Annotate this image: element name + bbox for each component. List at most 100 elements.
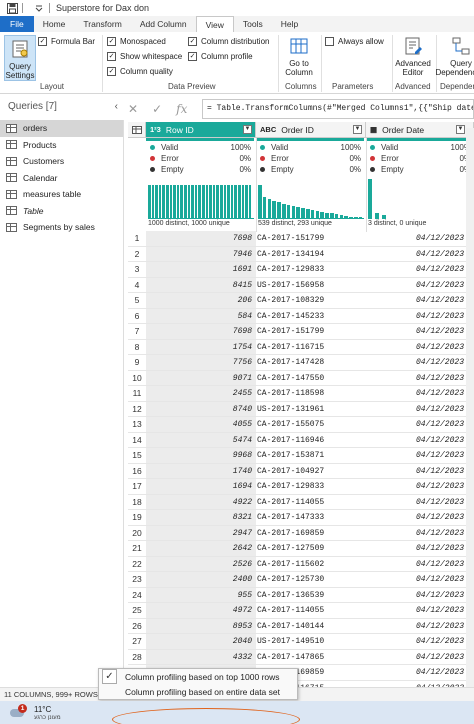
row-id-cell[interactable]: 2040 — [146, 634, 256, 649]
customize-quick-access-icon[interactable] — [33, 2, 45, 14]
order-id-cell[interactable]: CA-2017-136539 — [256, 588, 366, 603]
order-date-cell[interactable]: 04/12/2023 — [366, 402, 468, 417]
formula-input[interactable]: = Table.TransformColumns(#"Merged Column… — [202, 99, 474, 119]
row-id-cell[interactable]: 206 — [146, 293, 256, 308]
order-id-cell[interactable]: CA-2017-129833 — [256, 262, 366, 277]
table-row[interactable]: 17 1694 CA-2017-129833 04/12/2023 — [128, 479, 474, 495]
table-row[interactable]: 5 206 CA-2017-108329 04/12/2023 — [128, 293, 474, 309]
row-id-cell[interactable]: 8321 — [146, 510, 256, 525]
order-id-cell[interactable]: CA-2017-116715 — [256, 340, 366, 355]
row-id-cell[interactable]: 1754 — [146, 339, 256, 354]
column-quality-checkbox[interactable]: ✓ Column quality — [107, 67, 173, 76]
row-id-cell[interactable]: 584 — [146, 308, 256, 323]
table-row[interactable]: 11 2455 CA-2017-118598 04/12/2023 — [128, 386, 474, 402]
table-row[interactable]: 25 4972 CA-2017-114055 04/12/2023 — [128, 603, 474, 619]
order-id-cell[interactable]: CA-2017-114055 — [256, 495, 366, 510]
table-row[interactable]: 10 9071 CA-2017-147550 04/12/2023 — [128, 370, 474, 386]
order-date-cell[interactable]: 04/12/2023 — [366, 262, 468, 277]
distribution-chart-order-id[interactable] — [258, 179, 364, 219]
table-row[interactable]: 22 2526 CA-2017-115602 04/12/2023 — [128, 556, 474, 572]
order-id-cell[interactable]: CA-2017-147333 — [256, 510, 366, 525]
order-date-cell[interactable]: 04/12/2023 — [366, 464, 468, 479]
menu-item-profile-entire-dataset[interactable]: Column profiling based on entire data se… — [99, 684, 297, 699]
query-item-measures-table[interactable]: measures table — [0, 186, 123, 203]
table-row[interactable]: 24 955 CA-2017-136539 04/12/2023 — [128, 587, 474, 603]
order-id-cell[interactable]: CA-2017-151799 — [256, 324, 366, 339]
table-row[interactable]: 7 7698 CA-2017-151799 04/12/2023 — [128, 324, 474, 340]
always-allow-checkbox[interactable]: Always allow — [325, 37, 384, 46]
order-date-cell[interactable]: 04/12/2023 — [366, 324, 468, 339]
order-date-cell[interactable]: 04/12/2023 — [366, 510, 468, 525]
order-date-cell[interactable]: 04/12/2023 — [366, 417, 468, 432]
table-row[interactable]: 1 7698 CA-2017-151799 04/12/2023 — [128, 231, 474, 247]
date-type-icon[interactable]: ▦ — [370, 125, 377, 134]
row-id-cell[interactable]: 2947 — [146, 525, 256, 540]
row-id-cell[interactable]: 7756 — [146, 355, 256, 370]
row-id-cell[interactable]: 1694 — [146, 479, 256, 494]
row-id-cell[interactable]: 8740 — [146, 401, 256, 416]
table-row[interactable]: 6 584 CA-2017-145233 04/12/2023 — [128, 308, 474, 324]
order-date-cell[interactable]: 04/12/2023 — [366, 278, 468, 293]
advanced-editor-button[interactable]: Advanced Editor — [393, 36, 433, 77]
query-settings-button[interactable]: Query Settings — [4, 35, 36, 81]
query-item-orders[interactable]: orders — [0, 120, 123, 137]
order-date-cell[interactable]: 04/12/2023 — [366, 433, 468, 448]
row-id-cell[interactable]: 4922 — [146, 494, 256, 509]
table-row[interactable]: 9 7756 CA-2017-147428 04/12/2023 — [128, 355, 474, 371]
table-row[interactable]: 15 9968 CA-2017-153871 04/12/2023 — [128, 448, 474, 464]
order-date-cell[interactable]: 04/12/2023 — [366, 448, 468, 463]
order-date-cell[interactable]: 04/12/2023 — [366, 588, 468, 603]
row-id-cell[interactable]: 1691 — [146, 262, 256, 277]
formula-bar-checkbox[interactable]: ✓ Formula Bar — [38, 37, 95, 46]
table-row[interactable]: 21 2642 CA-2017-127509 04/12/2023 — [128, 541, 474, 557]
tab-help[interactable]: Help — [272, 16, 307, 32]
row-id-cell[interactable]: 2526 — [146, 556, 256, 571]
table-row[interactable]: 8 1754 CA-2017-116715 04/12/2023 — [128, 339, 474, 355]
order-date-cell[interactable]: 04/12/2023 — [366, 557, 468, 572]
collapse-left-icon[interactable]: ‹ — [115, 101, 118, 112]
fx-icon[interactable]: fx — [176, 102, 187, 116]
weather-widget[interactable]: 1 11°C מעונן כרגע — [8, 703, 61, 722]
row-id-cell[interactable]: 7946 — [146, 246, 256, 261]
tab-add-column[interactable]: Add Column — [131, 16, 196, 32]
row-id-cell[interactable]: 4972 — [146, 603, 256, 618]
distribution-chart-order-date[interactable] — [368, 179, 408, 219]
order-date-cell[interactable]: 04/12/2023 — [366, 355, 468, 370]
row-id-cell[interactable]: 2642 — [146, 541, 256, 556]
order-id-cell[interactable]: CA-2017-118598 — [256, 386, 366, 401]
order-id-cell[interactable]: US-2017-149510 — [256, 634, 366, 649]
table-row[interactable]: 19 8321 CA-2017-147333 04/12/2023 — [128, 510, 474, 526]
table-row[interactable]: 13 4055 CA-2017-155075 04/12/2023 — [128, 417, 474, 433]
order-date-cell[interactable]: 04/12/2023 — [366, 371, 468, 386]
order-id-cell[interactable]: CA-2017-147428 — [256, 355, 366, 370]
order-id-cell[interactable]: US-2017-131961 — [256, 402, 366, 417]
column-header-order-id[interactable]: ABC Order ID ▼ — [256, 122, 366, 138]
order-date-cell[interactable]: 04/12/2023 — [366, 293, 468, 308]
row-id-cell[interactable]: 2400 — [146, 572, 256, 587]
row-id-cell[interactable]: 7698 — [146, 324, 256, 339]
order-date-cell[interactable]: 04/12/2023 — [366, 665, 468, 680]
order-id-cell[interactable]: CA-2017-115602 — [256, 557, 366, 572]
order-id-cell[interactable]: CA-2017-169859 — [256, 526, 366, 541]
row-id-cell[interactable]: 8415 — [146, 277, 256, 292]
filter-dropdown-icon[interactable]: ▼ — [243, 125, 252, 134]
order-id-cell[interactable]: CA-2017-145233 — [256, 309, 366, 324]
table-row[interactable]: 27 2040 US-2017-149510 04/12/2023 — [128, 634, 474, 650]
order-id-cell[interactable]: CA-2017-147865 — [256, 650, 366, 665]
row-id-cell[interactable]: 4332 — [146, 649, 256, 664]
order-date-cell[interactable]: 04/12/2023 — [366, 479, 468, 494]
filter-dropdown-icon[interactable]: ▼ — [456, 125, 465, 134]
order-date-cell[interactable]: 04/12/2023 — [366, 231, 468, 246]
order-id-cell[interactable]: CA-2017-127509 — [256, 541, 366, 556]
order-id-cell[interactable]: CA-2017-134194 — [256, 247, 366, 262]
order-date-cell[interactable]: 04/12/2023 — [366, 386, 468, 401]
show-whitespace-checkbox[interactable]: ✓ Show whitespace — [107, 52, 182, 61]
order-date-cell[interactable]: 04/12/2023 — [366, 495, 468, 510]
query-item-segments-by-sales[interactable]: Segments by sales — [0, 219, 123, 236]
table-row[interactable]: 2 7946 CA-2017-134194 04/12/2023 — [128, 246, 474, 262]
table-row[interactable]: 14 5474 CA-2017-116946 04/12/2023 — [128, 432, 474, 448]
tab-file[interactable]: File — [0, 16, 34, 32]
query-item-products[interactable]: Products — [0, 137, 123, 154]
filter-dropdown-icon[interactable]: ▼ — [353, 125, 362, 134]
order-date-cell[interactable]: 04/12/2023 — [366, 340, 468, 355]
